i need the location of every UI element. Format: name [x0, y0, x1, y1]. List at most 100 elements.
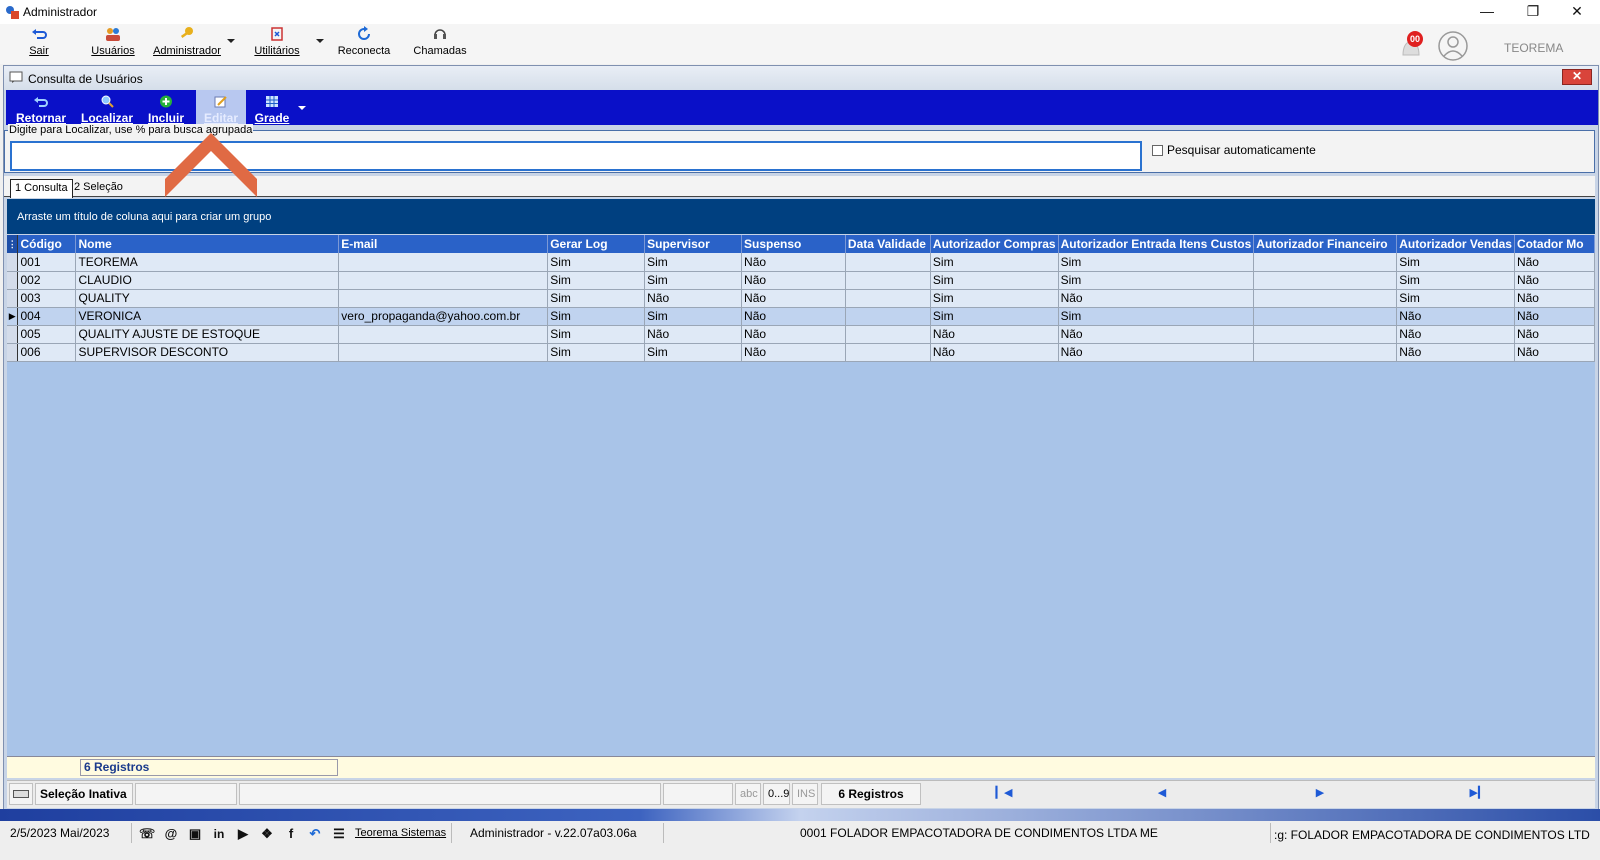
table-row[interactable]: 006 SUPERVISOR DESCONTO Sim Sim Não Não Não Não…: [7, 343, 1595, 362]
table-cell[interactable]: Não: [741, 343, 846, 362]
table-cell[interactable]: [1253, 307, 1398, 326]
grid-header-indicator[interactable]: ⋮: [7, 235, 19, 253]
table-cell[interactable]: 001: [17, 253, 77, 272]
table-cell[interactable]: [338, 343, 549, 362]
editar-button[interactable]: Editar: [196, 90, 246, 125]
table-cell[interactable]: Sim: [1058, 271, 1255, 290]
usuarios-button[interactable]: Usuários: [88, 26, 138, 62]
incluir-button[interactable]: Incluir: [144, 90, 188, 125]
avatar[interactable]: [1438, 31, 1468, 61]
column-header[interactable]: Nome: [75, 235, 340, 253]
table-cell[interactable]: [845, 271, 931, 290]
table-cell[interactable]: Não: [741, 253, 846, 272]
table-cell[interactable]: Não: [1058, 325, 1255, 344]
table-cell[interactable]: 003: [17, 289, 77, 308]
prev-record-button[interactable]: ◀: [1082, 783, 1242, 805]
table-cell[interactable]: Não: [741, 271, 846, 290]
table-row[interactable]: 003 QUALITY Sim Não Não Sim Não Sim Não: [7, 289, 1595, 308]
row-indicator[interactable]: [7, 271, 19, 290]
table-cell[interactable]: Não: [1396, 343, 1515, 362]
table-cell[interactable]: 005: [17, 325, 77, 344]
retornar-button[interactable]: Retornar: [10, 90, 72, 125]
row-indicator[interactable]: ▶: [7, 307, 19, 326]
table-cell[interactable]: Não: [930, 325, 1059, 344]
table-cell[interactable]: [338, 289, 549, 308]
utilitarios-button[interactable]: Utilitários: [252, 26, 302, 62]
auto-search-checkbox[interactable]: [1152, 145, 1163, 156]
table-cell[interactable]: Sim: [547, 253, 646, 272]
table-cell[interactable]: Sim: [930, 271, 1059, 290]
table-cell[interactable]: vero_propaganda@yahoo.com.br: [338, 307, 549, 326]
table-cell[interactable]: Sim: [644, 307, 743, 326]
table-cell[interactable]: Não: [1058, 343, 1255, 362]
column-header[interactable]: Gerar Log: [547, 235, 646, 253]
table-cell[interactable]: Não: [741, 325, 846, 344]
minimize-button[interactable]: —: [1464, 0, 1510, 24]
table-cell[interactable]: Não: [1514, 289, 1595, 308]
table-cell[interactable]: Sim: [547, 271, 646, 290]
table-cell[interactable]: Sim: [547, 289, 646, 308]
table-cell[interactable]: [845, 289, 931, 308]
reconecta-button[interactable]: Reconecta: [336, 26, 392, 62]
table-cell[interactable]: Não: [1514, 253, 1595, 272]
tab-consulta[interactable]: 1 Consulta: [10, 179, 73, 198]
chamadas-button[interactable]: Chamadas: [412, 26, 468, 62]
table-cell[interactable]: Não: [1514, 325, 1595, 344]
table-cell[interactable]: Sim: [1058, 253, 1255, 272]
row-indicator[interactable]: [7, 253, 19, 272]
table-cell[interactable]: [1253, 289, 1398, 308]
table-cell[interactable]: [1253, 325, 1398, 344]
administrador-button[interactable]: Administrador: [153, 26, 221, 62]
column-header[interactable]: Cotador Mo: [1514, 235, 1595, 253]
twitter-icon[interactable]: ❖: [259, 826, 275, 842]
restore-button[interactable]: ❐: [1510, 0, 1556, 24]
notifications-button[interactable]: 00: [1397, 31, 1427, 59]
table-cell[interactable]: Sim: [1396, 271, 1515, 290]
youtube-icon[interactable]: ▶: [235, 826, 251, 842]
table-cell[interactable]: [338, 325, 549, 344]
column-header[interactable]: Autorizador Financeiro: [1253, 235, 1398, 253]
facebook-icon[interactable]: f: [283, 826, 299, 842]
utilitarios-dropdown-icon[interactable]: [316, 39, 324, 43]
table-cell[interactable]: 006: [17, 343, 77, 362]
table-cell[interactable]: Sim: [1396, 289, 1515, 308]
table-cell[interactable]: CLAUDIO: [75, 271, 340, 290]
table-cell[interactable]: SUPERVISOR DESCONTO: [75, 343, 340, 362]
child-close-button[interactable]: ✕: [1562, 69, 1592, 85]
group-panel[interactable]: Arraste um título de coluna aqui para cr…: [7, 199, 1595, 234]
table-cell[interactable]: QUALITY AJUSTE DE ESTOQUE: [75, 325, 340, 344]
instagram-icon[interactable]: ▣: [187, 826, 203, 842]
table-cell[interactable]: Não: [1396, 325, 1515, 344]
table-cell[interactable]: [338, 271, 549, 290]
table-cell[interactable]: [845, 307, 931, 326]
table-cell[interactable]: Não: [644, 289, 743, 308]
table-cell[interactable]: Sim: [644, 271, 743, 290]
table-cell[interactable]: 004: [17, 307, 77, 326]
table-row[interactable]: 005 QUALITY AJUSTE DE ESTOQUE Sim Não Não Não…: [7, 325, 1595, 344]
column-header[interactable]: E-mail: [338, 235, 549, 253]
table-cell[interactable]: [845, 325, 931, 344]
column-header[interactable]: Código: [17, 235, 77, 253]
table-cell[interactable]: Não: [741, 289, 846, 308]
column-header[interactable]: Suspenso: [741, 235, 846, 253]
row-indicator[interactable]: [7, 289, 19, 308]
table-cell[interactable]: Sim: [930, 307, 1059, 326]
column-header[interactable]: Autorizador Compras: [930, 235, 1059, 253]
table-cell[interactable]: Não: [1514, 271, 1595, 290]
table-cell[interactable]: Não: [930, 343, 1059, 362]
table-cell[interactable]: Sim: [547, 325, 646, 344]
sair-button[interactable]: Sair: [22, 26, 56, 62]
table-row[interactable]: 002 CLAUDIO Sim Sim Não Sim Sim Sim Não: [7, 271, 1595, 290]
table-cell[interactable]: [845, 343, 931, 362]
table-cell[interactable]: Não: [1514, 307, 1595, 326]
linkedin-icon[interactable]: in: [211, 826, 227, 842]
table-cell[interactable]: Não: [644, 325, 743, 344]
support-icon[interactable]: ☏: [139, 826, 155, 842]
table-cell[interactable]: [1253, 343, 1398, 362]
table-cell[interactable]: Não: [1396, 307, 1515, 326]
grade-button[interactable]: Grade: [250, 90, 294, 125]
grade-dropdown-icon[interactable]: [298, 106, 306, 110]
column-header[interactable]: Autorizador Entrada Itens Custos: [1058, 235, 1255, 253]
table-cell[interactable]: Não: [1514, 343, 1595, 362]
table-cell[interactable]: Sim: [1058, 307, 1255, 326]
